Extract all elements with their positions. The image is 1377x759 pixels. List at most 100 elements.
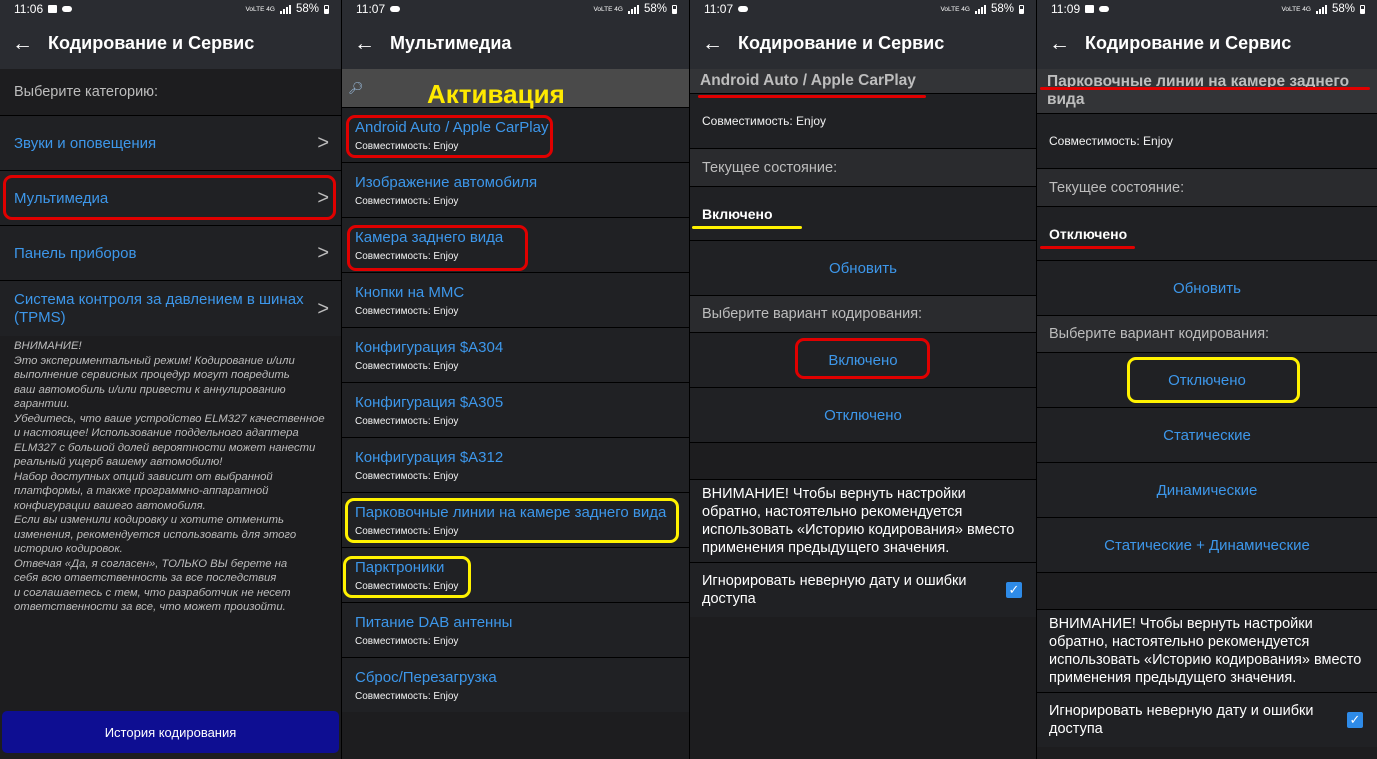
- status-time: 11:07: [704, 2, 734, 16]
- network-type: VoLTE 4G: [940, 5, 970, 13]
- list-item-compat: Совместимость: Enjoy: [355, 305, 459, 317]
- warning-line: выполнение сервисных процедур могут повр…: [14, 369, 290, 381]
- ignore-errors-label: Игнорировать неверную дату и ошибки дост…: [1049, 703, 1314, 737]
- chevron-right-icon: >: [317, 297, 329, 320]
- back-arrow-icon[interactable]: ←: [342, 33, 382, 54]
- app-bar: ← Мультимедиа: [342, 18, 689, 69]
- current-state-label: Текущее состояние:: [1037, 168, 1377, 206]
- refresh-button[interactable]: Обновить: [1037, 260, 1377, 315]
- list-item-title: Конфигурация $A304: [355, 338, 504, 356]
- category-label: Система контроля за давлением в шинах (T…: [14, 290, 304, 326]
- status-bar: 11:09 VoLTE 4G 58%: [1037, 0, 1377, 18]
- spacer: [690, 442, 1036, 479]
- app-bar: ← Кодирование и Сервис: [690, 18, 1036, 69]
- status-time: 11:06: [14, 2, 44, 16]
- warning-line: гарантии.: [14, 398, 70, 410]
- checkbox-checked-icon[interactable]: ✓: [1347, 712, 1363, 728]
- screen-android-auto-coding: 11:07 VoLTE 4G 58% ← Кодирование и Сервис…: [690, 0, 1036, 759]
- ignore-errors-label: Игнорировать неверную дату и ошибки дост…: [702, 573, 967, 607]
- status-time: 11:09: [1051, 2, 1081, 16]
- underline-current-state: [692, 226, 802, 229]
- feature-list: Android Auto / Apple CarPlay Совместимост…: [342, 107, 689, 712]
- signal-icon: [627, 4, 639, 14]
- category-prompt: Выберите категорию:: [14, 84, 159, 100]
- warning-line: ваш автомобиль и/или привести к аннулиро…: [14, 383, 286, 396]
- list-item-title: Питание DAB антенны: [355, 613, 513, 631]
- restore-warning: ВНИМАНИЕ! Чтобы вернуть настройки обратн…: [690, 479, 1036, 562]
- refresh-button[interactable]: Обновить: [690, 240, 1036, 295]
- list-item-compat: Совместимость: Enjoy: [355, 690, 459, 702]
- highlight-option-enabled: [795, 338, 930, 379]
- list-item-compat: Совместимость: Enjoy: [355, 195, 459, 207]
- list-item[interactable]: Конфигурация $A312 Совместимость: Enjoy: [342, 437, 689, 492]
- highlight-rear-camera: [347, 225, 528, 271]
- warning-line: Это экспериментальный режим! Кодирование…: [14, 354, 295, 367]
- spacer: [1037, 572, 1377, 609]
- list-item[interactable]: Сброс/Перезагрузка Совместимость: Enjoy: [342, 657, 689, 712]
- feature-title: Парковочные линии на камере заднего вида: [1037, 69, 1377, 113]
- search-icon: 🔎︎: [348, 81, 364, 95]
- experimental-warning: ВНИМАНИЕ! Это экспериментальный режим! Ко…: [0, 336, 341, 615]
- warning-line: платформы, а также программно-аппаратной: [14, 485, 269, 497]
- screen-parking-lines-coding: 11:09 VoLTE 4G 58% ← Кодирование и Сервис…: [1037, 0, 1377, 759]
- current-state-label: Текущее состояние:: [690, 148, 1036, 186]
- chevron-right-icon: >: [317, 241, 329, 264]
- cloud-icon: [1099, 6, 1110, 12]
- current-state-value: Отключено: [1037, 206, 1377, 260]
- cloud-icon: [62, 6, 73, 12]
- page-title: Кодирование и Сервис: [48, 33, 255, 53]
- battery-percent: 58%: [295, 3, 319, 15]
- list-item[interactable]: Изображение автомобиля Совместимость: Enj…: [342, 162, 689, 217]
- option-static[interactable]: Статические: [1037, 407, 1377, 462]
- screen-multimedia: 11:07 VoLTE 4G 58% ← Мультимедиа 🔎︎ Актив…: [342, 0, 689, 759]
- warning-line: Набор доступных опций зависит от выбранн…: [14, 470, 273, 483]
- list-item[interactable]: Кнопки на ММС Совместимость: Enjoy: [342, 272, 689, 327]
- status-bar: 11:06 VoLTE 4G 58%: [0, 0, 341, 18]
- underline-feature-title: [1040, 87, 1370, 90]
- battery-percent: 58%: [990, 3, 1014, 15]
- battery-icon: [324, 4, 329, 14]
- warning-line: историю кодировок.: [14, 543, 123, 555]
- compatibility-row: Совместимость: Enjoy: [690, 93, 1036, 148]
- ignore-errors-row[interactable]: Игнорировать неверную дату и ошибки дост…: [690, 562, 1036, 617]
- ignore-errors-row[interactable]: Игнорировать неверную дату и ошибки дост…: [1037, 692, 1377, 747]
- back-arrow-icon[interactable]: ←: [0, 33, 40, 54]
- app-bar: ← Кодирование и Сервис: [1037, 18, 1377, 69]
- gallery-icon: [1085, 5, 1095, 13]
- status-bar: 11:07 VoLTE 4G 58%: [690, 0, 1036, 18]
- category-label: Звуки и оповещения: [14, 134, 157, 152]
- checkbox-checked-icon[interactable]: ✓: [1006, 582, 1022, 598]
- warning-line: конфигурации вашего автомобиля.: [14, 499, 206, 512]
- option-dynamic[interactable]: Динамические: [1037, 462, 1377, 517]
- page-title: Кодирование и Сервис: [1085, 33, 1292, 53]
- choose-coding-label: Выберите вариант кодирования:: [1037, 315, 1377, 352]
- coding-history-button[interactable]: История кодирования: [2, 711, 339, 753]
- list-item[interactable]: Питание DAB антенны Совместимость: Enjoy: [342, 602, 689, 657]
- option-static-dynamic[interactable]: Статические + Динамические: [1037, 517, 1377, 572]
- highlight-android-auto: [346, 115, 553, 158]
- screen-coding-categories: 11:06 VoLTE 4G 58% ← Кодирование и Сервис…: [0, 0, 341, 759]
- option-disabled[interactable]: Отключено: [690, 387, 1036, 442]
- list-item-title: Сброс/Перезагрузка: [355, 668, 497, 686]
- list-item-title: Изображение автомобиля: [355, 173, 538, 191]
- status-time: 11:07: [356, 2, 386, 16]
- back-arrow-icon[interactable]: ←: [690, 33, 730, 54]
- highlight-parking-lines: [345, 498, 679, 543]
- highlight-parktronic: [343, 556, 471, 598]
- warning-line: себя всю ответственность за все последст…: [14, 572, 277, 584]
- category-label: Панель приборов: [14, 244, 137, 262]
- category-dashboard[interactable]: Панель приборов >: [0, 225, 341, 280]
- network-type: VoLTE 4G: [245, 5, 275, 13]
- cloud-icon: [738, 6, 749, 12]
- signal-icon: [1315, 4, 1327, 14]
- list-item-title: Конфигурация $A305: [355, 393, 504, 411]
- battery-percent: 58%: [643, 3, 667, 15]
- warning-line: и настоящее! Использование поддельного а…: [14, 427, 299, 439]
- list-item[interactable]: Конфигурация $A304 Совместимость: Enjoy: [342, 327, 689, 382]
- list-item-compat: Совместимость: Enjoy: [355, 470, 459, 482]
- back-arrow-icon[interactable]: ←: [1037, 33, 1077, 54]
- category-tpms[interactable]: Система контроля за давлением в шинах (T…: [0, 280, 341, 336]
- list-item[interactable]: Конфигурация $A305 Совместимость: Enjoy: [342, 382, 689, 437]
- warning-line: ответственности за все, что может произо…: [14, 601, 286, 613]
- category-sounds[interactable]: Звуки и оповещения >: [0, 115, 341, 170]
